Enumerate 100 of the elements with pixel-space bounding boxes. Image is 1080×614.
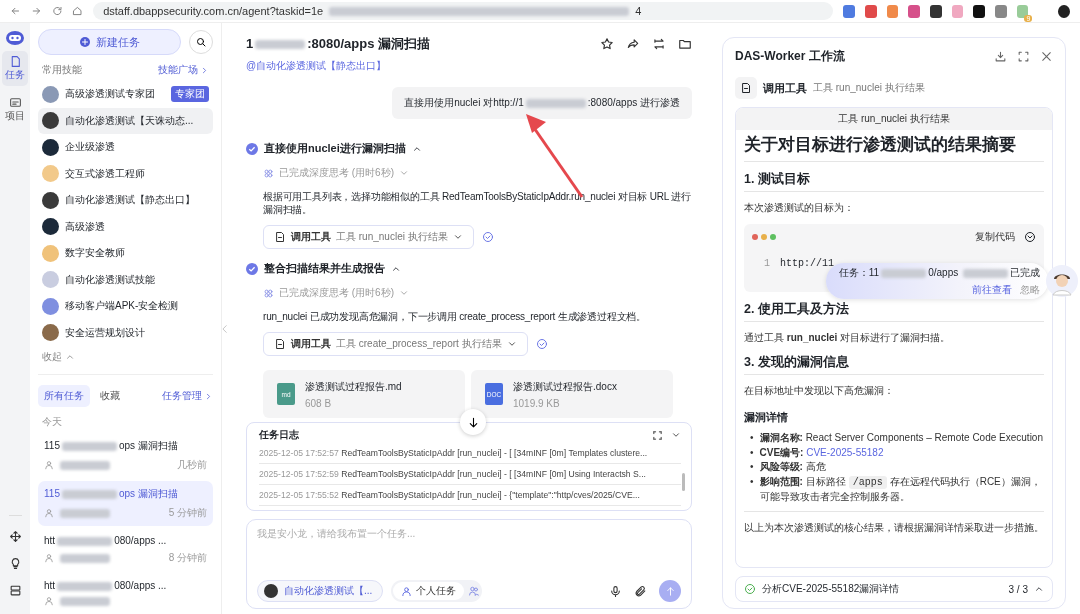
new-task-button[interactable]: 新建任务 bbox=[38, 29, 181, 55]
thinking-icon bbox=[263, 167, 274, 179]
fullscreen-icon[interactable] bbox=[1017, 50, 1030, 63]
avatar-icon bbox=[42, 191, 59, 209]
list-item: 风险等级: 高危 bbox=[759, 460, 826, 474]
skill-item[interactable]: 高级渗透 bbox=[38, 213, 213, 240]
profile-icon[interactable] bbox=[1058, 4, 1070, 18]
code-line: http://11 bbox=[780, 258, 835, 269]
list-item: CVE编号: CVE-2025-55182 bbox=[759, 445, 884, 460]
log-entry: 2025-12-05 17:55:52 RedTeamToolsByStaticIpAddr [run_nuclei] - {"template":"http/cves/2025/CVE... bbox=[259, 485, 681, 506]
personal-task-toggle[interactable]: 个人任务 bbox=[393, 582, 465, 600]
reload-icon bbox=[51, 5, 63, 17]
bullet: • bbox=[750, 445, 754, 460]
bullet: • bbox=[750, 431, 754, 445]
log-title: 任务日志 bbox=[259, 428, 299, 442]
back-icon bbox=[10, 5, 21, 17]
task-tab[interactable]: 所有任务 bbox=[38, 385, 90, 407]
skill-plaza-link[interactable]: 技能广场 bbox=[158, 63, 209, 77]
move-icon bbox=[8, 530, 22, 543]
extension-icon[interactable] bbox=[973, 4, 985, 18]
copy-code-button[interactable]: 复制代码 bbox=[975, 230, 1015, 244]
redaction-mark bbox=[60, 508, 110, 518]
skill-item[interactable]: 自动化渗透测试技能 bbox=[38, 266, 213, 293]
skill-item[interactable]: 企业级渗透 bbox=[38, 134, 213, 161]
tool-call-button[interactable]: 调用工具 工具 create_process_report 执行结果 bbox=[263, 332, 528, 356]
list-item: 影响范围: 目标路径 /apps 存在远程代码执行（RCE）漏洞，可能导致攻击者完全控制服务器。 bbox=[759, 474, 1042, 504]
section-heading: 3. 发现的漏洞信息 bbox=[744, 345, 1044, 375]
avatar-icon bbox=[42, 138, 59, 156]
address-bar[interactable]: dstaff.dbappsecurity.com.cn/agent?taskid=1e 4 bbox=[93, 2, 834, 20]
tool-call-button[interactable]: 调用工具 工具 run_nuclei 执行结果 bbox=[263, 225, 474, 249]
task-item[interactable]: htt 080/apps ... bbox=[38, 574, 213, 612]
task-item[interactable]: 115 ops 漏洞扫描 5 分钟前 bbox=[38, 481, 213, 526]
swap-icon bbox=[652, 37, 666, 51]
task-title: 1 :8080/apps 漏洞扫描 bbox=[246, 35, 431, 53]
task-manage-link[interactable]: 任务管理 bbox=[162, 389, 213, 403]
skill-item[interactable]: 自动化渗透测试【静态出口】 bbox=[38, 187, 213, 214]
step-text: run_nuclei 已成功发现高危漏洞，下一步调用 create_process_report 生成渗透过程文档。 bbox=[263, 310, 647, 323]
paragraph: 通过工具 run_nuclei 对目标进行了漏洞扫描。 bbox=[744, 331, 952, 345]
user-icon bbox=[44, 508, 54, 518]
paragraph: 在目标地址中发现以下高危漏洞： bbox=[744, 384, 895, 398]
log-entry: 2025-12-05 17:52:59 RedTeamToolsByStaticIpAddr [run_nuclei] - [ [34mINF [0m] Using Interactsh S... bbox=[259, 464, 681, 485]
folder-icon bbox=[678, 37, 692, 51]
team-icon bbox=[468, 585, 481, 597]
avatar-icon bbox=[42, 218, 59, 236]
skill-item[interactable]: 自动化渗透测试【天诛动态... bbox=[38, 107, 213, 134]
share-icon bbox=[626, 37, 640, 51]
rail-tab[interactable]: 项目 bbox=[2, 92, 28, 127]
skill-item[interactable]: 数字安全教师 bbox=[38, 240, 213, 267]
redaction-mark bbox=[60, 596, 110, 606]
chevron-circle-icon bbox=[1024, 231, 1036, 243]
user-icon bbox=[44, 460, 54, 470]
paperclip-icon bbox=[634, 584, 647, 598]
check-circle-icon bbox=[246, 262, 258, 275]
bullet: • bbox=[750, 474, 754, 489]
log-entry: 2025-12-05 17:52:57 RedTeamToolsByStaticIpAddr [run_nuclei] - [ [34mINF [0m] Templates clustere... bbox=[259, 443, 681, 464]
bullet: • bbox=[750, 460, 754, 474]
file-icon bbox=[740, 82, 752, 94]
skill-item[interactable]: 交互式渗透工程师 bbox=[38, 160, 213, 187]
check-icon bbox=[744, 583, 756, 595]
avatar-icon bbox=[42, 244, 59, 262]
skill-item[interactable]: 高级渗透测试专家团 专家团 bbox=[38, 81, 213, 108]
collapse-link[interactable]: 收起 bbox=[42, 350, 209, 364]
caret-down-icon bbox=[399, 288, 409, 298]
download-icon[interactable] bbox=[994, 50, 1007, 63]
check-icon bbox=[535, 338, 548, 350]
skill-tag[interactable]: @自动化渗透测试【静态出口】 bbox=[246, 59, 692, 73]
task-tab[interactable]: 收藏 bbox=[94, 385, 126, 407]
chevron-right-icon bbox=[204, 391, 213, 401]
skill-item[interactable]: 移动客户端APK-安全检测 bbox=[38, 293, 213, 320]
tool-label: 调用工具 bbox=[763, 80, 807, 96]
expand-icon bbox=[652, 429, 663, 441]
redaction-mark bbox=[963, 268, 1008, 278]
check-icon bbox=[481, 231, 494, 243]
panel-title: DAS-Worker 工作流 bbox=[735, 48, 845, 65]
user-icon bbox=[44, 596, 54, 606]
thinking-icon bbox=[263, 287, 274, 299]
skill-selector[interactable]: 自动化渗透测试【... bbox=[257, 580, 384, 602]
download-glyph bbox=[994, 50, 1007, 63]
redaction-mark bbox=[525, 98, 586, 108]
star-icon bbox=[600, 37, 614, 51]
close-icon[interactable] bbox=[1040, 50, 1053, 63]
task-item[interactable]: 115 ops 漏洞扫描 几秒前 bbox=[38, 433, 213, 478]
task-item[interactable]: htt 080/apps ... 8 分钟前 bbox=[38, 529, 213, 571]
rail-tab[interactable]: 任务 bbox=[2, 51, 28, 86]
search-button[interactable] bbox=[189, 30, 213, 54]
arrow-up-icon bbox=[664, 585, 676, 597]
cve-link[interactable]: CVE-2025-55182 bbox=[806, 446, 884, 458]
progress-step[interactable]: 分析CVE-2025-55182漏洞详情 3 / 3 bbox=[735, 576, 1053, 602]
microphone-icon bbox=[609, 584, 622, 598]
document-heading: 关于对目标进行渗透测试的结果摘要 bbox=[744, 130, 1044, 162]
badge: 专家团 bbox=[171, 86, 209, 103]
folder-icon bbox=[8, 96, 22, 109]
section-heading: 1. 测试目标 bbox=[744, 162, 1044, 192]
user-icon bbox=[401, 585, 413, 597]
corners-glyph bbox=[1017, 50, 1030, 63]
file-icon bbox=[274, 338, 286, 350]
extension-icon[interactable] bbox=[929, 4, 942, 18]
skill-item[interactable]: 安全运营规划设计 bbox=[38, 319, 213, 346]
robot-logo-icon bbox=[5, 29, 25, 45]
forward-icon bbox=[30, 5, 42, 17]
